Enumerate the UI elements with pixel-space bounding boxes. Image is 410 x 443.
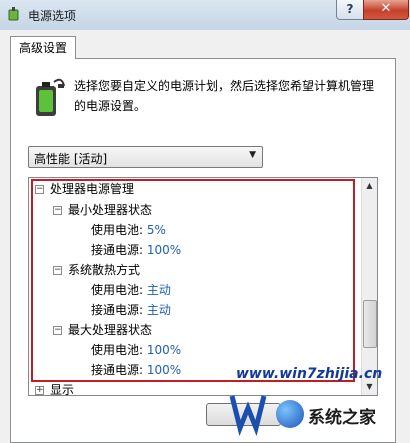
watermark-site-name: 系统之家 xyxy=(308,408,376,428)
setting-value[interactable]: 100% xyxy=(147,343,181,357)
tree-node-processor-power[interactable]: − 处理器电源管理 xyxy=(35,179,134,199)
setting-row[interactable]: 使用电池: 5% xyxy=(91,220,166,240)
tree-label: 最小处理器状态 xyxy=(68,203,153,217)
setting-label: 接通电源: xyxy=(91,303,144,317)
watermark-logo-icon xyxy=(229,395,267,437)
setting-value[interactable]: 主动 xyxy=(147,283,171,297)
setting-row[interactable]: 接通电源: 100% xyxy=(91,240,181,260)
watermark-url: www.win7zhijia.cn xyxy=(236,366,383,382)
setting-value[interactable]: 主动 xyxy=(147,303,171,317)
setting-row[interactable]: 使用电池: 100% xyxy=(91,340,181,360)
setting-label: 使用电池: xyxy=(91,343,144,357)
setting-row[interactable]: 接通电源: 100% xyxy=(91,360,181,380)
tree-node-system-cooling[interactable]: − 系统散热方式 xyxy=(53,260,140,280)
power-options-icon xyxy=(8,7,19,21)
watermark-globe-icon xyxy=(276,400,304,428)
scroll-up-icon[interactable]: ▲ xyxy=(362,178,377,194)
power-plan-select[interactable]: 高性能 [活动] ▼ xyxy=(28,146,263,168)
tree-label: 最大处理器状态 xyxy=(68,323,153,337)
tree-node-display[interactable]: + 显示 xyxy=(35,380,75,396)
setting-label: 接通电源: xyxy=(91,243,144,257)
setting-value[interactable]: 100% xyxy=(147,243,181,257)
setting-label: 使用电池: xyxy=(91,223,144,237)
tab-advanced-settings[interactable]: 高级设置 xyxy=(10,36,76,59)
scrollbar-thumb[interactable] xyxy=(363,300,377,348)
close-button[interactable]: ✕ xyxy=(363,0,409,20)
collapse-icon[interactable]: − xyxy=(53,266,62,275)
setting-value[interactable]: 100% xyxy=(147,363,181,377)
setting-row[interactable]: 接通电源: 主动 xyxy=(91,300,171,320)
tree-node-min-processor-state[interactable]: − 最小处理器状态 xyxy=(53,200,152,220)
chevron-down-icon[interactable]: ▼ xyxy=(249,150,256,160)
tree-node-max-processor-state[interactable]: − 最大处理器状态 xyxy=(53,320,152,340)
setting-value[interactable]: 5% xyxy=(147,223,166,237)
expand-icon[interactable]: + xyxy=(35,386,44,395)
tree-label: 处理器电源管理 xyxy=(50,182,135,196)
tree-label: 显示 xyxy=(50,383,75,396)
collapse-icon[interactable]: − xyxy=(53,326,62,335)
setting-label: 使用电池: xyxy=(91,283,144,297)
settings-tree[interactable]: − 处理器电源管理 − 最小处理器状态 使用电池: 5% 接通电源: 100% − 系… xyxy=(28,177,378,396)
window-title: 电源选项 xyxy=(28,9,77,23)
tree-scrollbar[interactable]: ▲ ▼ xyxy=(361,178,377,395)
setting-row[interactable]: 使用电池: 主动 xyxy=(91,280,171,300)
battery-plug-icon xyxy=(36,78,65,116)
description-text: 选择您要自定义的电源计划，然后选择您希望计算机管理的电源设置。 xyxy=(74,79,375,113)
help-button[interactable]: ? xyxy=(336,0,364,20)
title-bar: 电源选项 ? ✕ xyxy=(0,0,410,30)
collapse-icon[interactable]: − xyxy=(35,185,44,194)
tree-label: 系统散热方式 xyxy=(68,263,141,277)
power-plan-value: 高性能 [活动] xyxy=(34,152,108,166)
collapse-icon[interactable]: − xyxy=(53,206,62,215)
setting-label: 接通电源: xyxy=(91,363,144,377)
